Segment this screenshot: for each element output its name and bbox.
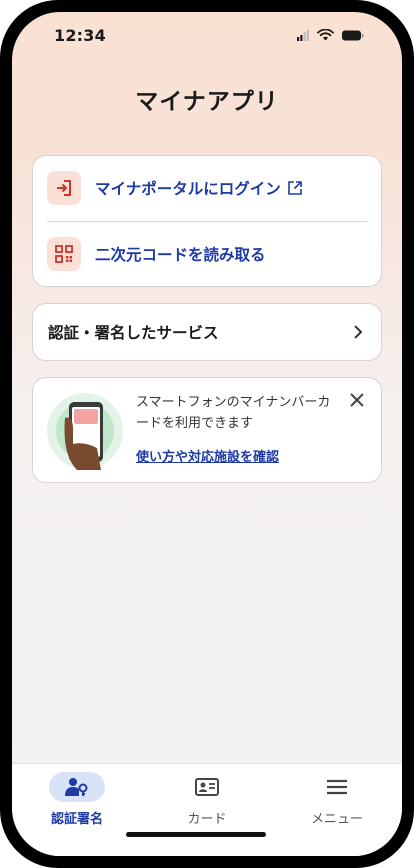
- login-menu-label: マイナポータルにログイン: [95, 180, 281, 198]
- hamburger-icon: [309, 772, 365, 802]
- close-icon[interactable]: [349, 392, 365, 408]
- qr-code-icon: [47, 237, 81, 271]
- tab-menu[interactable]: メニュー: [272, 772, 402, 832]
- login-menu-item[interactable]: マイナポータルにログイン: [33, 156, 381, 220]
- usage-link[interactable]: 使い方や対応施設を確認: [136, 446, 279, 465]
- status-bar: 12:34: [12, 12, 402, 58]
- person-key-icon: [49, 772, 105, 802]
- tab-bar: 認証署名 カード メニュー: [12, 763, 402, 856]
- status-time: 12:34: [54, 26, 106, 45]
- info-message: スマートフォンのマイナンバーカードを利用できます: [136, 395, 331, 431]
- tab-card-label: カード: [187, 812, 227, 827]
- status-icons: [297, 29, 364, 41]
- home-indicator[interactable]: [126, 832, 266, 837]
- info-card: スマートフォンのマイナンバーカードを利用できます 使い方や対応施設を確認: [32, 377, 382, 483]
- device-frame: 12:34 マイナアプリ マイナポータルにログイン 二次元コードを読み取る 認証…: [0, 0, 414, 868]
- tab-authentication-label: 認証署名: [50, 812, 103, 827]
- tab-authentication[interactable]: 認証署名: [12, 772, 142, 832]
- page-title: マイナアプリ: [135, 89, 279, 115]
- menu-card: マイナポータルにログイン 二次元コードを読み取る: [32, 155, 382, 287]
- phone-card-illustration: [47, 393, 123, 470]
- scan-qr-menu-item[interactable]: 二次元コードを読み取る: [33, 222, 381, 286]
- battery-icon: [342, 30, 364, 40]
- tab-card[interactable]: カード: [142, 772, 272, 832]
- wifi-icon: [317, 29, 334, 41]
- login-icon: [47, 171, 81, 205]
- app-screen: 12:34 マイナアプリ マイナポータルにログイン 二次元コードを読み取る 認証…: [12, 12, 402, 856]
- tab-menu-label: メニュー: [310, 812, 363, 827]
- authenticated-services-label: 認証・署名したサービス: [48, 324, 219, 342]
- chevron-right-icon: [354, 325, 363, 339]
- authenticated-services-item[interactable]: 認証・署名したサービス: [32, 303, 382, 361]
- id-card-icon: [179, 772, 235, 802]
- scan-qr-menu-label: 二次元コードを読み取る: [95, 246, 266, 264]
- signal-icon: [297, 29, 309, 41]
- external-link-icon: [287, 180, 303, 196]
